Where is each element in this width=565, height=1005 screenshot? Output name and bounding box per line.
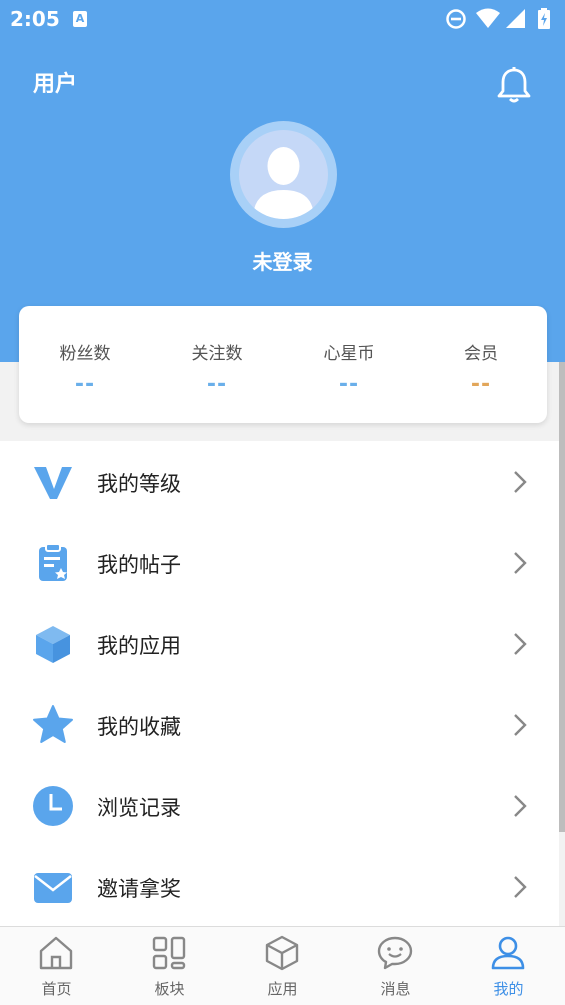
stat-membership[interactable]: 会员 -- bbox=[415, 306, 547, 423]
chevron-right-icon bbox=[514, 876, 527, 898]
stat-label: 心星币 bbox=[323, 344, 375, 364]
wifi-icon bbox=[476, 8, 500, 28]
bottom-tab-bar: 首页 板块 应用 消息 我的 bbox=[0, 926, 565, 1005]
tab-me[interactable]: 我的 bbox=[452, 927, 565, 1005]
menu-item-posts[interactable]: 我的帖子 bbox=[0, 522, 559, 603]
status-bar: 2:05 A bbox=[0, 0, 565, 38]
menu-item-invite[interactable]: 邀请拿奖 bbox=[0, 846, 559, 927]
stat-coins[interactable]: 心星币 -- bbox=[283, 306, 415, 423]
stat-value: -- bbox=[470, 372, 492, 397]
page-title: 用户 bbox=[33, 72, 78, 97]
menu-item-history[interactable]: 浏览记录 bbox=[0, 765, 559, 846]
menu-item-label: 邀请拿奖 bbox=[97, 877, 181, 901]
default-avatar-icon bbox=[253, 147, 314, 219]
clipboard-star-icon bbox=[39, 543, 67, 581]
chat-icon bbox=[377, 936, 413, 970]
cube-outline-icon bbox=[265, 935, 299, 971]
bell-icon[interactable] bbox=[496, 66, 532, 104]
stat-label: 粉丝数 bbox=[59, 344, 111, 364]
user-icon bbox=[491, 936, 525, 970]
chevron-right-icon bbox=[514, 471, 527, 493]
tab-apps[interactable]: 应用 bbox=[226, 927, 339, 1005]
home-icon bbox=[39, 936, 73, 970]
menu-item-label: 我的帖子 bbox=[97, 553, 181, 577]
scrollbar[interactable] bbox=[559, 362, 565, 832]
menu-item-label: 浏览记录 bbox=[97, 796, 181, 820]
v-level-icon bbox=[34, 467, 72, 499]
envelope-icon bbox=[34, 873, 72, 903]
login-status[interactable]: 未登录 bbox=[0, 246, 565, 275]
star-icon bbox=[33, 705, 73, 743]
avatar-image bbox=[239, 130, 328, 219]
tab-home[interactable]: 首页 bbox=[0, 927, 113, 1005]
signal-icon bbox=[506, 9, 525, 28]
stat-followers[interactable]: 粉丝数 -- bbox=[19, 306, 151, 423]
tab-label: 消息 bbox=[380, 980, 411, 998]
dnd-icon bbox=[446, 9, 466, 29]
avatar[interactable] bbox=[230, 121, 337, 228]
stat-value: -- bbox=[74, 372, 96, 397]
tab-label: 首页 bbox=[41, 980, 72, 998]
chevron-right-icon bbox=[514, 714, 527, 736]
menu-item-favorites[interactable]: 我的收藏 bbox=[0, 684, 559, 765]
menu-item-label: 我的收藏 bbox=[97, 715, 181, 739]
clock-icon bbox=[33, 786, 73, 826]
stats-card: 粉丝数 -- 关注数 -- 心星币 -- 会员 -- bbox=[19, 306, 547, 423]
chevron-right-icon bbox=[514, 795, 527, 817]
chevron-right-icon bbox=[514, 552, 527, 574]
tab-label: 应用 bbox=[267, 980, 298, 998]
stat-value: -- bbox=[206, 372, 228, 397]
menu-item-label: 我的等级 bbox=[97, 472, 181, 496]
grid-icon bbox=[152, 936, 186, 970]
menu-item-apps[interactable]: 我的应用 bbox=[0, 603, 559, 684]
tab-label: 我的 bbox=[493, 980, 524, 998]
tab-label: 板块 bbox=[154, 980, 185, 998]
tab-messages[interactable]: 消息 bbox=[339, 927, 452, 1005]
notification-icon: A bbox=[73, 11, 87, 27]
status-icons bbox=[445, 8, 555, 30]
menu-item-level[interactable]: 我的等级 bbox=[0, 441, 559, 522]
stat-following[interactable]: 关注数 -- bbox=[151, 306, 283, 423]
stat-value: -- bbox=[338, 372, 360, 397]
menu-item-label: 我的应用 bbox=[97, 634, 181, 658]
tab-boards[interactable]: 板块 bbox=[113, 927, 226, 1005]
stat-label: 会员 bbox=[464, 344, 498, 364]
menu-list: 我的等级 我的帖子 我的应用 我的收藏 浏览记录 邀请拿奖 bbox=[0, 441, 559, 926]
status-time: 2:05 bbox=[10, 7, 60, 31]
chevron-right-icon bbox=[514, 633, 527, 655]
cube-icon bbox=[36, 626, 70, 663]
stat-label: 关注数 bbox=[191, 344, 243, 364]
battery-icon bbox=[538, 8, 550, 29]
